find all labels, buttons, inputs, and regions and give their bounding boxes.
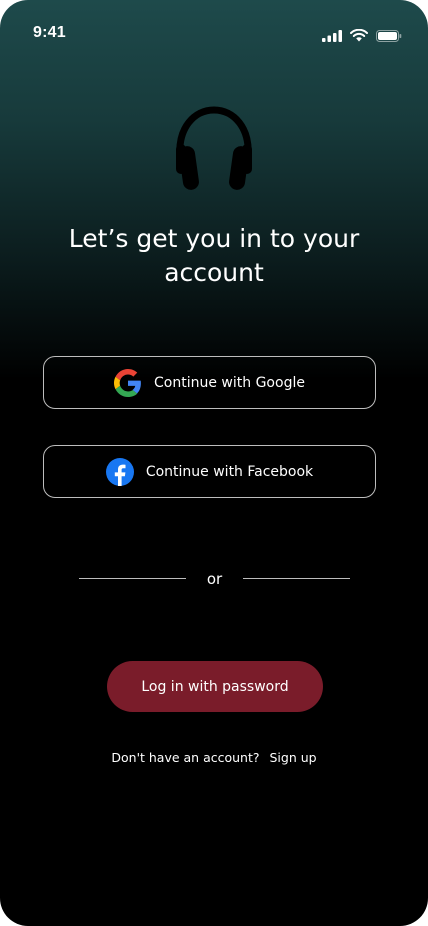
- divider-text: or: [206, 570, 223, 588]
- title-line-2: account: [164, 258, 264, 287]
- login-button-label: Log in with password: [141, 678, 289, 695]
- google-button-label: Continue with Google: [154, 374, 305, 391]
- signup-prompt: Don't have an account?: [111, 750, 260, 765]
- divider-line-right: [243, 578, 350, 579]
- facebook-icon: [105, 457, 134, 486]
- status-bar: 9:41: [0, 0, 428, 70]
- status-time: 9:41: [33, 24, 66, 41]
- signup-row: Don't have an account? Sign up: [0, 750, 428, 765]
- sign-up-link[interactable]: Sign up: [270, 750, 317, 765]
- google-icon: [114, 368, 141, 397]
- wifi-icon: [350, 29, 368, 42]
- battery-icon: [376, 29, 402, 42]
- page-title: Let’s get you in to your account: [40, 222, 388, 290]
- log-in-with-password-button[interactable]: Log in with password: [107, 661, 323, 712]
- login-screen: 9:41 Let’s get you in to your account Co…: [0, 0, 428, 926]
- or-divider: or: [79, 568, 350, 592]
- status-icons: [322, 29, 402, 42]
- headphones-icon: [176, 106, 252, 190]
- title-line-1: Let’s get you in to your: [68, 224, 360, 253]
- signal-icon: [322, 29, 342, 42]
- facebook-button-label: Continue with Facebook: [145, 463, 314, 480]
- continue-with-google-button[interactable]: Continue with Google: [43, 356, 376, 409]
- continue-with-facebook-button[interactable]: Continue with Facebook: [43, 445, 376, 498]
